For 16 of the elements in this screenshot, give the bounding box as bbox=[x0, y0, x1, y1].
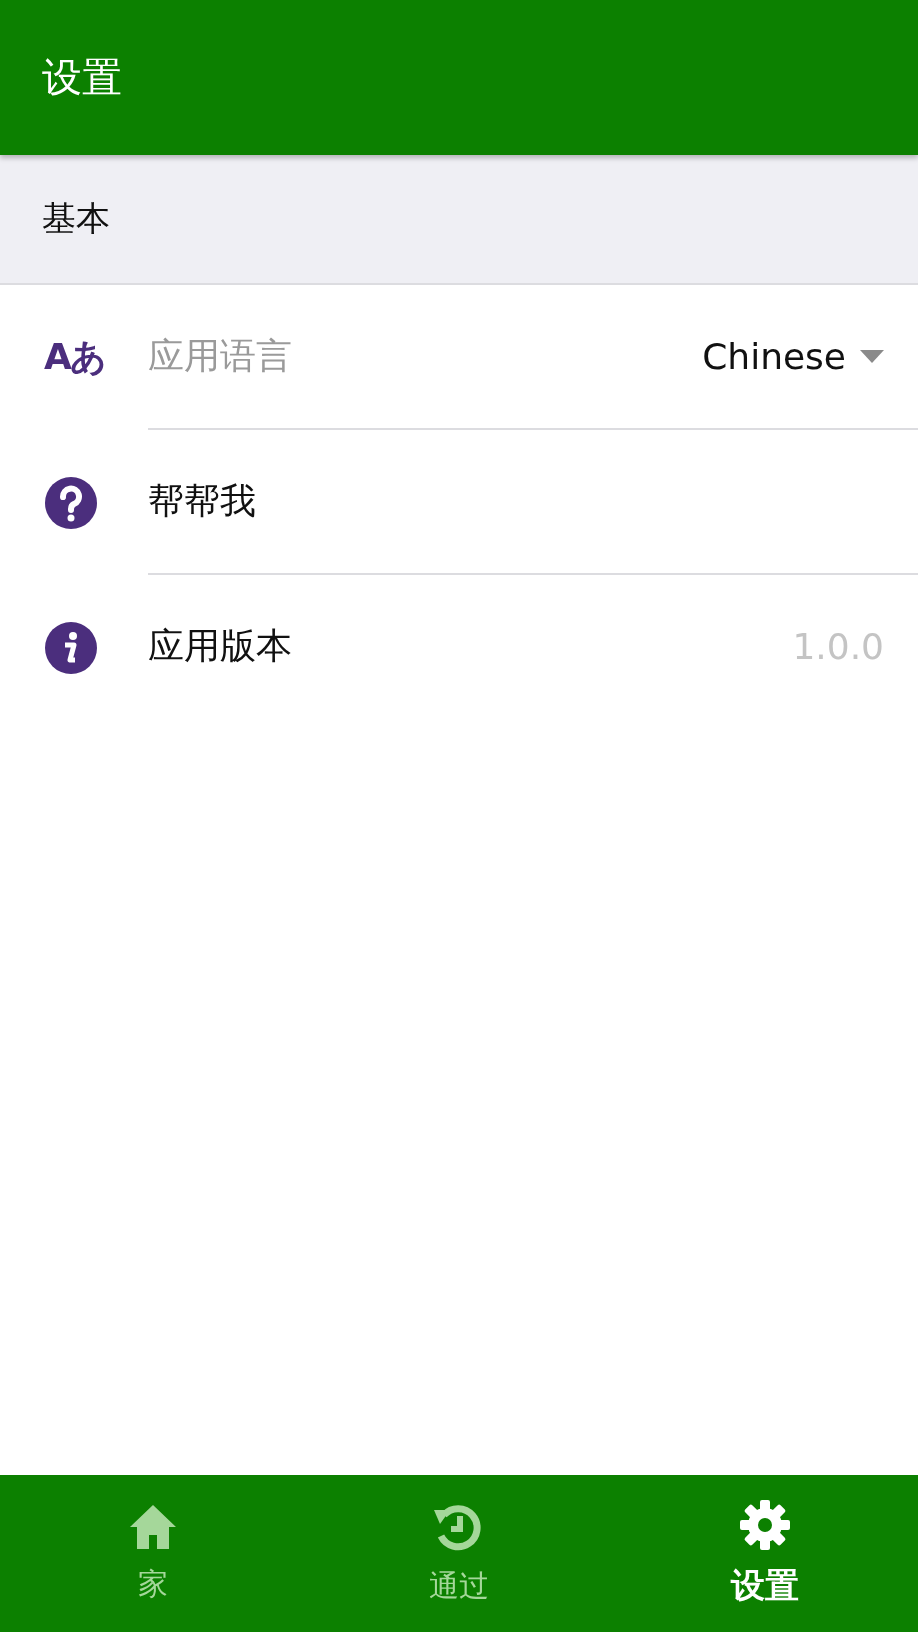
help-icon bbox=[44, 475, 98, 530]
nav-tab[interactable]: 设置 bbox=[612, 1475, 918, 1632]
setting-label: 应用版本 bbox=[148, 624, 293, 668]
section-header: 基本 bbox=[42, 197, 110, 240]
help-link[interactable]: 帮帮我 bbox=[148, 477, 884, 526]
caret-icon bbox=[860, 350, 884, 363]
info-icon bbox=[44, 620, 98, 675]
nav-tab[interactable]: 家 bbox=[0, 1475, 306, 1632]
version-number: 1.0.0 bbox=[792, 626, 884, 667]
language-icon: Aあ bbox=[44, 333, 105, 382]
home-icon bbox=[128, 1502, 178, 1552]
screen-title: 设置 bbox=[42, 53, 122, 102]
settings-icon bbox=[739, 1498, 791, 1551]
language-dropdown[interactable]: Chinese bbox=[702, 336, 884, 377]
nav-tab[interactable]: 通过 bbox=[306, 1475, 612, 1632]
setting-label: 应用语言 bbox=[148, 334, 293, 378]
